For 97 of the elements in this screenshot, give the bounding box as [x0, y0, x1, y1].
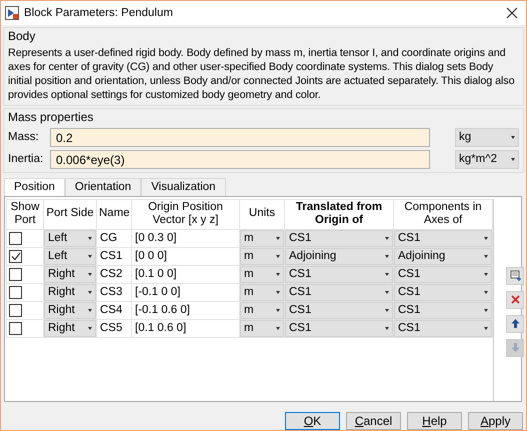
input-field[interactable]: 0.006*eye(3) [50, 150, 430, 170]
block-icon [5, 6, 19, 20]
caret-icon [276, 327, 280, 330]
axes-dropdown[interactable]: CS1 [394, 284, 492, 302]
table-cell: [0.1 0 0] [132, 266, 240, 284]
origin-dropdown[interactable]: CS1 [285, 302, 393, 320]
toolbar-button[interactable] [506, 314, 524, 332]
caret-icon [484, 309, 488, 312]
table-cell: [0 0 0] [132, 248, 240, 266]
units-dropdown[interactable]: m [240, 248, 284, 266]
dialog-button[interactable]: Help [407, 412, 462, 430]
table-cell: CS5 [96, 320, 132, 338]
dialog-button[interactable]: OK [285, 412, 340, 430]
checkbox[interactable] [9, 304, 22, 318]
caret-icon [385, 309, 389, 312]
description-text: Represents a user-defined rigid body. Body defined by mass m, inertia tensor I, and coordinate origins and axes for center of gravity (CG) and other user-specified Body coordinate systems. This dialog sets Body initial position and orientation, unless Body and/or connected Joints are actuated separately. This dialog also provides optional settings for customized body geometry and color. [8, 46, 516, 102]
checkbox[interactable] [9, 232, 22, 246]
caret-icon [88, 327, 92, 330]
toolbar-button[interactable] [506, 266, 524, 284]
caret-icon [385, 273, 389, 276]
table-cell: [0 0.3 0] [132, 230, 240, 248]
caret-icon [276, 255, 280, 258]
table-cell: [-0.1 0 0] [132, 284, 240, 302]
checkbox[interactable] [9, 250, 22, 264]
origin-dropdown[interactable]: CS1 [285, 230, 393, 248]
caret-icon [276, 237, 280, 240]
caret-icon [484, 237, 488, 240]
dialog-button[interactable]: Cancel [346, 412, 401, 430]
caret-icon [511, 158, 515, 162]
section-title: Body [8, 29, 36, 44]
unit-dropdown[interactable]: kg*m^2 [455, 150, 519, 170]
table-cell: CS4 [96, 302, 132, 320]
close-icon[interactable] [506, 7, 518, 19]
table-cell: [-0.1 0.6 0] [132, 302, 240, 320]
caret-icon [88, 291, 92, 294]
caret-icon [88, 255, 92, 258]
tab[interactable]: Position [4, 178, 65, 196]
column-header: Name [96, 199, 132, 230]
port-side-dropdown[interactable]: Left [44, 248, 96, 266]
caret-icon [385, 255, 389, 258]
column-header: Origin Position Vector [x y z] [132, 199, 240, 230]
arrow-up-icon [508, 317, 522, 330]
units-dropdown[interactable]: m [240, 266, 284, 284]
caret-icon [484, 255, 488, 258]
units-dropdown[interactable]: m [240, 302, 284, 320]
origin-dropdown[interactable]: Adjoining [285, 248, 393, 266]
caret-icon [385, 237, 389, 240]
delete-icon [508, 293, 522, 306]
tab[interactable]: Visualization [141, 178, 226, 196]
caret-icon [484, 273, 488, 276]
input-field[interactable]: 0.2 [50, 128, 430, 148]
column-header: Show Port [6, 199, 44, 230]
port-side-dropdown[interactable]: Left [44, 230, 96, 248]
caret-icon [385, 291, 389, 294]
units-dropdown[interactable]: m [240, 284, 284, 302]
field-label: Inertia: [8, 152, 44, 167]
caret-icon [511, 136, 515, 140]
origin-dropdown[interactable]: CS1 [285, 266, 393, 284]
port-side-dropdown[interactable]: Right [44, 320, 96, 338]
table-cell: CS3 [96, 284, 132, 302]
unit-dropdown[interactable]: kg [455, 128, 519, 148]
field-label: Mass: [8, 130, 40, 145]
axes-dropdown[interactable]: CS1 [394, 320, 492, 338]
port-side-dropdown[interactable]: Right [44, 284, 96, 302]
checkbox[interactable] [9, 322, 22, 336]
checkbox[interactable] [9, 268, 22, 282]
checkbox[interactable] [9, 286, 22, 300]
port-side-dropdown[interactable]: Right [44, 302, 96, 320]
tab[interactable]: Orientation [64, 178, 142, 196]
caret-icon [88, 309, 92, 312]
units-dropdown[interactable]: m [240, 320, 284, 338]
units-dropdown[interactable]: m [240, 230, 284, 248]
caret-icon [276, 273, 280, 276]
dialog-button[interactable]: Apply [468, 412, 523, 430]
caret-icon [276, 291, 280, 294]
arrow-down-icon [508, 341, 522, 354]
port-side-dropdown[interactable]: Right [44, 266, 96, 284]
origin-dropdown[interactable]: CS1 [285, 320, 393, 338]
caret-icon [88, 273, 92, 276]
caret-icon [484, 327, 488, 330]
caret-icon [385, 327, 389, 330]
caret-icon [484, 291, 488, 294]
axes-dropdown[interactable]: CS1 [394, 266, 492, 284]
add-row-icon [508, 269, 522, 282]
axes-dropdown[interactable]: CS1 [394, 230, 492, 248]
caret-icon [276, 309, 280, 312]
table-cell: CS2 [96, 266, 132, 284]
table-cell: [0.1 0.6 0] [132, 320, 240, 338]
table-cell: CG [96, 230, 132, 248]
section-title: Mass properties [8, 110, 94, 126]
origin-dropdown[interactable]: CS1 [285, 284, 393, 302]
axes-dropdown[interactable]: Adjoining [394, 248, 492, 266]
axes-dropdown[interactable]: CS1 [394, 302, 492, 320]
toolbar-button[interactable] [506, 290, 524, 308]
table-cell: CS1 [96, 248, 132, 266]
window-title: Block Parameters: Pendulum [24, 6, 173, 20]
caret-icon [88, 237, 92, 240]
